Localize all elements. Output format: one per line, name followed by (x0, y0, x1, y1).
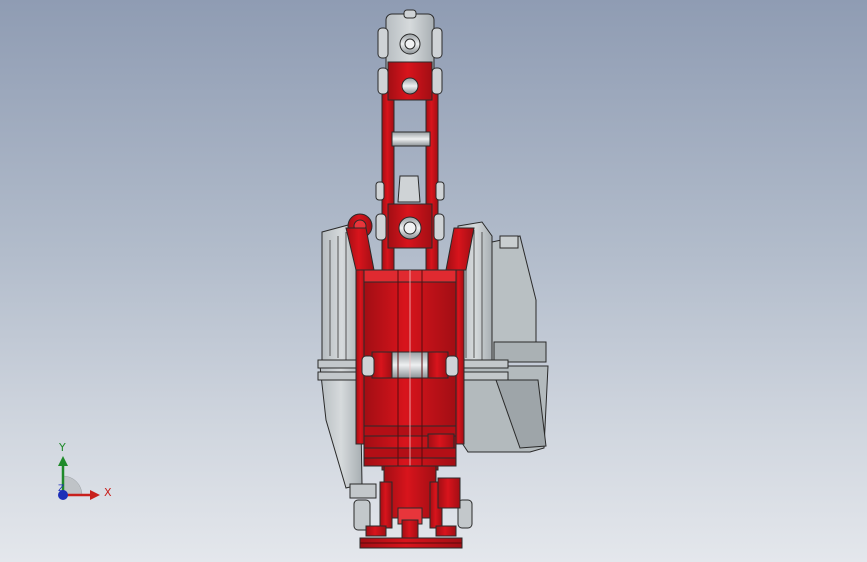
z-axis-label: Z (58, 484, 65, 494)
y-axis-arrowhead (58, 456, 68, 466)
coordinate-triad: Y X Z (48, 440, 118, 510)
robot-arm-model[interactable] (0, 0, 867, 562)
x-axis-label: X (104, 486, 112, 499)
lower-arm-body (345, 227, 475, 470)
x-axis-arrowhead (90, 490, 100, 500)
y-axis-label: Y (59, 441, 66, 454)
graphics-viewport[interactable]: Y X Z (0, 0, 867, 562)
